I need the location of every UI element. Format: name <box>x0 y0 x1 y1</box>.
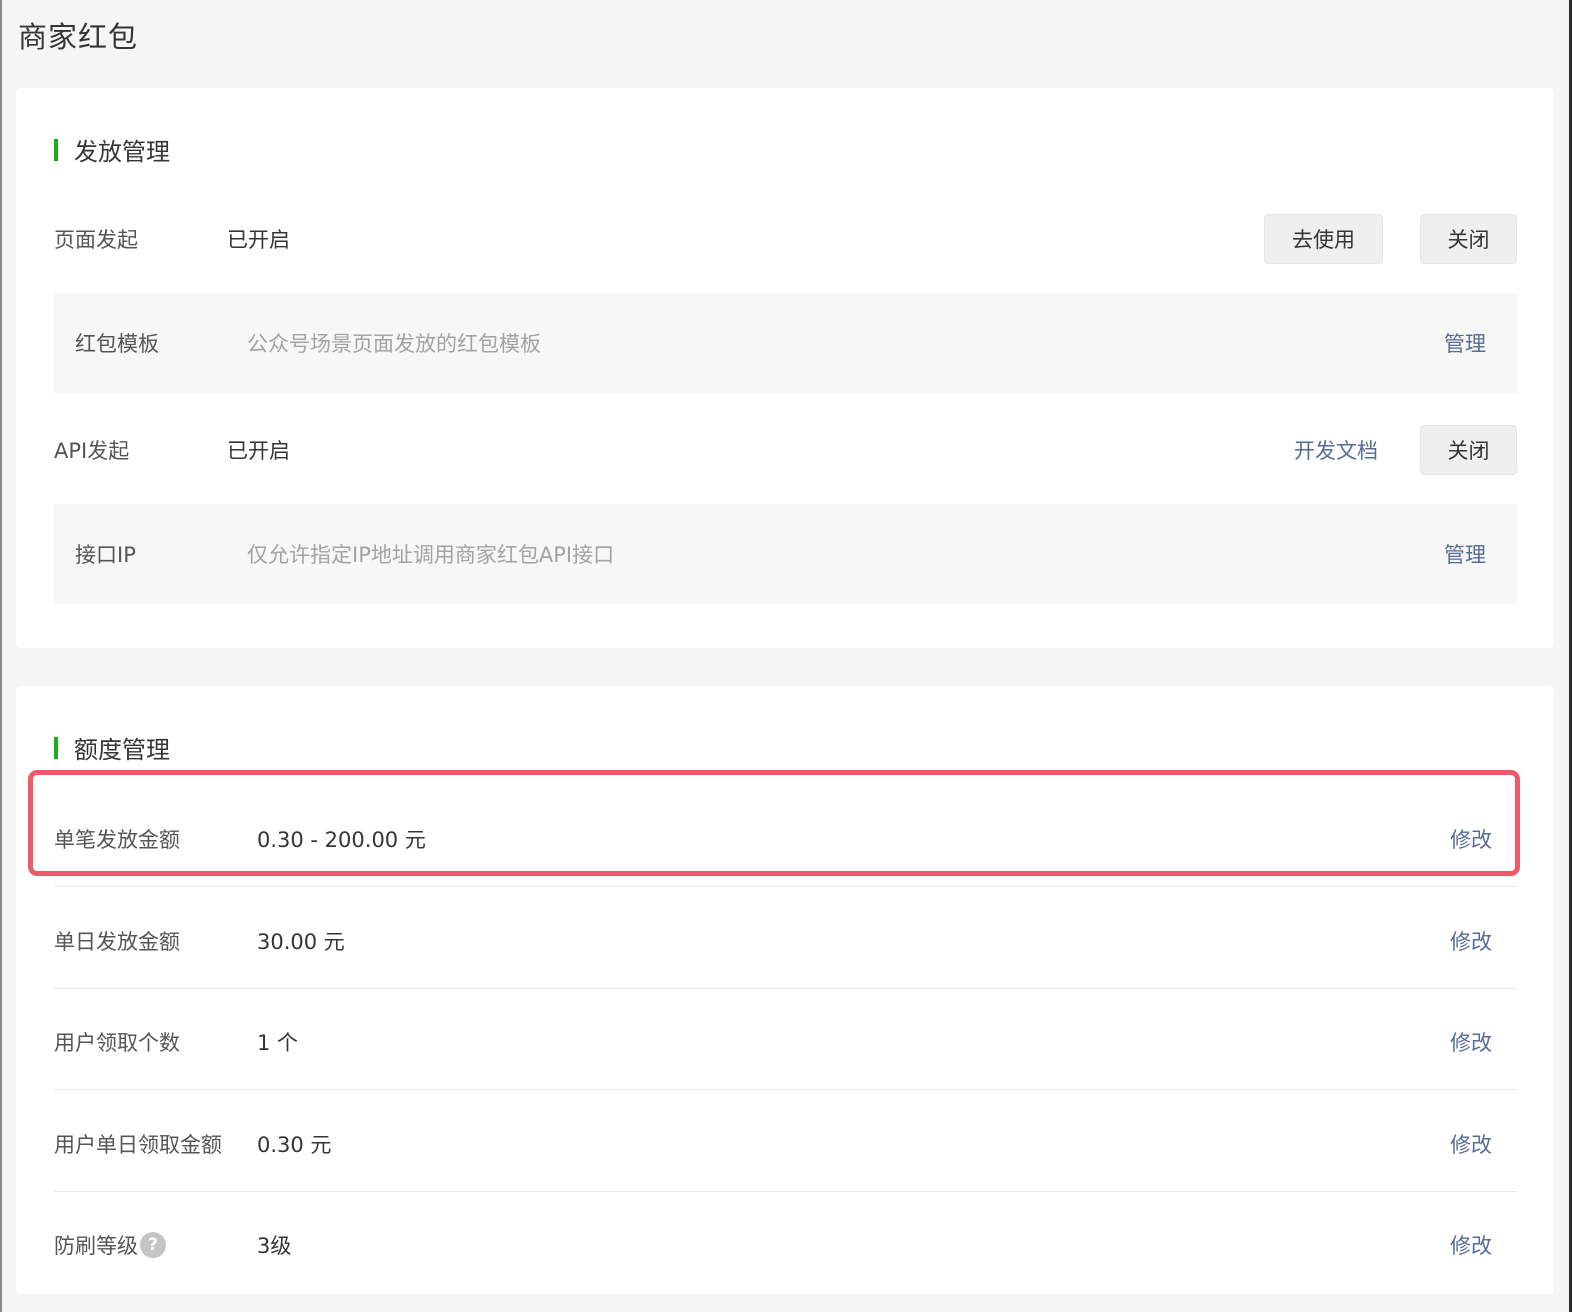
quota-label: 单笔发放金额 <box>54 828 180 852</box>
page-launch-close-button[interactable]: 关闭 <box>1420 214 1517 264</box>
page-launch-row: 页面发起 已开启 去使用 关闭 <box>54 214 1517 264</box>
help-icon[interactable]: ? <box>140 1232 166 1258</box>
page-launch-status: 已开启 <box>227 228 290 252</box>
quota-label: 用户领取个数 <box>54 1031 180 1055</box>
quota-label: 防刷等级 ? <box>54 1230 166 1260</box>
issue-section-header: 发放管理 <box>54 132 170 167</box>
quota-row-single-amount: 单笔发放金额 0.30 - 200.00 元 修改 <box>54 786 1517 887</box>
page-launch-label: 页面发起 <box>54 228 138 252</box>
quota-section-title: 额度管理 <box>74 736 170 764</box>
quota-edit-link[interactable]: 修改 <box>1450 926 1492 956</box>
anti-fraud-label-text: 防刷等级 <box>54 1234 138 1258</box>
api-launch-label: API发起 <box>54 439 130 463</box>
quota-edit-link[interactable]: 修改 <box>1450 1027 1492 1057</box>
quota-label: 用户单日领取金额 <box>54 1133 222 1157</box>
api-ip-label: 接口IP <box>75 543 136 567</box>
quota-row-anti-fraud-level: 防刷等级 ? 3级 修改 <box>54 1192 1517 1293</box>
api-ip-desc: 仅允许指定IP地址调用商家红包API接口 <box>247 543 615 567</box>
page-title: 商家红包 <box>18 20 139 54</box>
api-ip-manage-link[interactable]: 管理 <box>1444 539 1486 569</box>
api-launch-status: 已开启 <box>227 439 290 463</box>
template-desc: 公众号场景页面发放的红包模板 <box>247 332 541 356</box>
template-label: 红包模板 <box>75 332 159 356</box>
quota-value: 3级 <box>257 1234 292 1258</box>
quota-value: 30.00 元 <box>257 930 345 954</box>
template-row: 红包模板 公众号场景页面发放的红包模板 管理 <box>54 293 1517 393</box>
quota-row-daily-amount: 单日发放金额 30.00 元 修改 <box>54 888 1517 989</box>
quota-edit-link[interactable]: 修改 <box>1450 824 1492 854</box>
section-accent-bar <box>54 138 58 161</box>
quota-row-user-daily-amount: 用户单日领取金额 0.30 元 修改 <box>54 1091 1517 1192</box>
issue-section-title: 发放管理 <box>74 138 170 166</box>
dev-docs-link[interactable]: 开发文档 <box>1294 435 1378 465</box>
api-launch-close-button[interactable]: 关闭 <box>1420 425 1517 475</box>
window-frame-left <box>0 0 2 1312</box>
api-launch-row: API发起 已开启 开发文档 关闭 <box>54 425 1517 475</box>
template-manage-link[interactable]: 管理 <box>1444 328 1486 358</box>
quota-management-card: 额度管理 单笔发放金额 0.30 - 200.00 元 修改 单日发放金额 30… <box>16 686 1554 1294</box>
api-ip-row: 接口IP 仅允许指定IP地址调用商家红包API接口 管理 <box>54 504 1517 604</box>
quota-value: 0.30 - 200.00 元 <box>257 828 426 852</box>
go-use-button[interactable]: 去使用 <box>1264 214 1383 264</box>
quota-label: 单日发放金额 <box>54 930 180 954</box>
quota-value: 0.30 元 <box>257 1133 332 1157</box>
quota-edit-link[interactable]: 修改 <box>1450 1129 1492 1159</box>
section-accent-bar <box>54 736 58 759</box>
quota-edit-link[interactable]: 修改 <box>1450 1230 1492 1260</box>
issue-management-card: 发放管理 页面发起 已开启 去使用 关闭 红包模板 公众号场景页面发放的红包模板… <box>16 88 1554 648</box>
quota-value: 1 个 <box>257 1031 299 1055</box>
quota-section-header: 额度管理 <box>54 730 170 765</box>
quota-row-user-count: 用户领取个数 1 个 修改 <box>54 989 1517 1090</box>
